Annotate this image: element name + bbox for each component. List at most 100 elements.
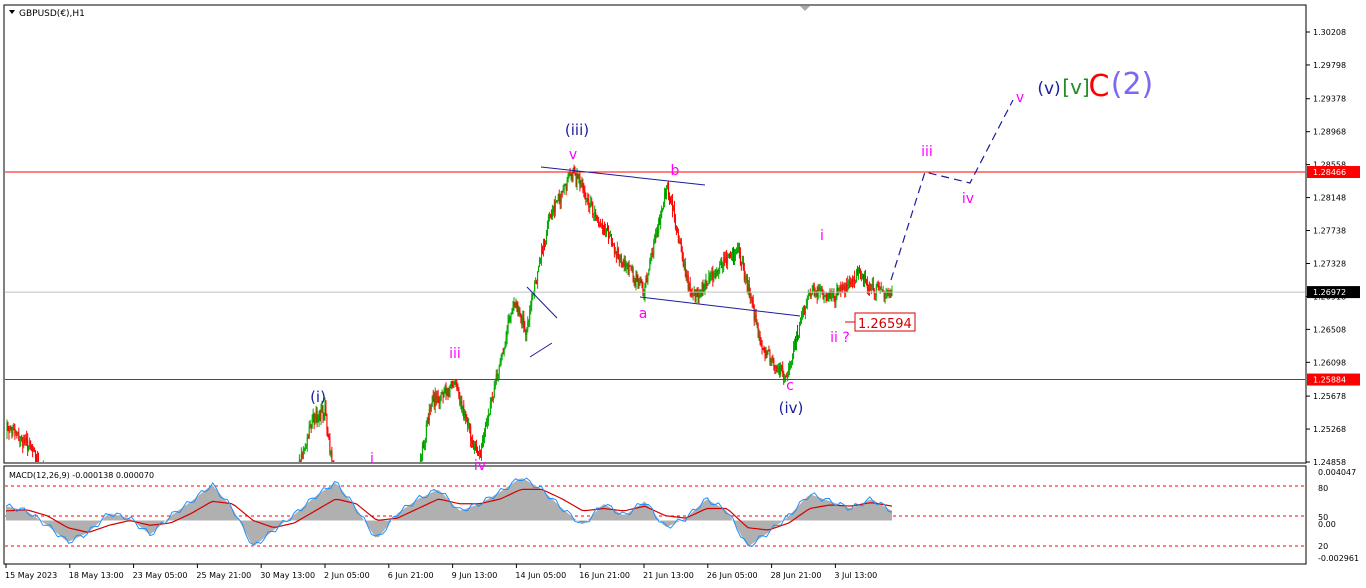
candle-body	[505, 337, 507, 345]
candle-body	[300, 453, 302, 462]
candle-body	[865, 282, 867, 284]
candle-body	[866, 283, 868, 289]
candle-body	[698, 294, 700, 298]
candle-body	[829, 292, 831, 296]
candle-body	[474, 445, 476, 450]
candle-body	[35, 450, 37, 460]
candle-body	[683, 263, 685, 266]
candle-body	[790, 363, 792, 365]
candle-body	[707, 284, 709, 286]
wave-label-v-bracket: [v]	[1062, 75, 1089, 99]
candle-body	[675, 227, 677, 229]
candle-body	[684, 263, 686, 271]
candle-body	[522, 317, 524, 325]
candle-body	[804, 307, 806, 314]
candle-body	[665, 192, 667, 195]
candle-body	[803, 306, 805, 314]
candle-body	[519, 309, 521, 316]
candle-body	[618, 259, 620, 261]
candle-body	[310, 424, 312, 428]
candle-body	[16, 432, 18, 434]
candle-body	[504, 344, 506, 349]
candle-body	[494, 383, 496, 388]
time-axis-tick-label: 30 May 13:00	[260, 571, 315, 580]
candle-body	[322, 407, 324, 416]
candle-body	[488, 414, 490, 416]
candle-body	[631, 267, 633, 269]
candle-body	[463, 405, 465, 418]
candle-body	[783, 373, 785, 380]
candle-body	[6, 421, 8, 433]
time-axis-tick-label: 23 May 05:00	[133, 571, 188, 580]
wave-label-iii-paren: (iii)	[565, 121, 589, 139]
candle-body	[438, 398, 440, 404]
candle-body	[844, 286, 846, 293]
price-axis-tick-label: 1.30208	[1313, 28, 1346, 37]
wave-label-i-paren: (i)	[310, 388, 326, 406]
candle-body	[549, 214, 551, 216]
candle-body	[758, 335, 760, 337]
candle-body	[589, 203, 591, 208]
candle-body	[546, 222, 548, 235]
candle-body	[517, 307, 519, 314]
candle-body	[825, 295, 827, 299]
candle-body	[451, 384, 453, 387]
candle-body	[595, 212, 597, 217]
candle-body	[805, 305, 807, 308]
candle-body	[456, 385, 458, 389]
candle-body	[536, 280, 538, 284]
candle-body	[839, 286, 841, 289]
candle-body	[848, 281, 850, 283]
candle-body	[30, 441, 32, 446]
time-axis-tick-label: 25 May 21:00	[196, 571, 251, 580]
candle-body	[662, 208, 664, 210]
candle-body	[820, 288, 822, 291]
candle-body	[709, 275, 711, 278]
candle-body	[733, 253, 735, 259]
candle-body	[739, 252, 741, 265]
price-axis-tick-label: 1.24858	[1313, 458, 1346, 467]
candle-body	[582, 182, 584, 190]
candle-body	[18, 432, 20, 441]
candle-body	[507, 321, 509, 329]
time-axis-tick-label: 21 Jun 13:00	[643, 571, 694, 580]
candle-body	[872, 283, 874, 291]
candle-body	[317, 419, 319, 423]
candle-body	[433, 397, 435, 407]
candle-body	[808, 293, 810, 296]
candle-body	[496, 374, 498, 376]
candle-body	[697, 292, 699, 298]
candle-body	[692, 293, 694, 295]
candle-body	[540, 258, 542, 260]
candle-body	[527, 321, 529, 330]
candle-body	[852, 278, 854, 282]
candle-body	[806, 298, 808, 306]
candle-body	[586, 198, 588, 200]
candle-body	[478, 451, 480, 454]
candle-body	[326, 415, 328, 430]
candle-body	[780, 365, 782, 375]
candle-body	[680, 242, 682, 252]
candle-body	[860, 274, 862, 276]
candle-body	[880, 286, 882, 290]
candle-body	[766, 352, 768, 354]
candle-body	[193, 568, 194, 571]
candle-body	[7, 421, 9, 431]
candle-body	[539, 259, 541, 267]
candle-body	[745, 276, 747, 278]
wave-label-a: a	[639, 306, 648, 322]
time-axis-tick-label: 3 Jul 13:00	[834, 571, 877, 580]
candle-body	[824, 295, 826, 297]
candle-body	[635, 272, 637, 284]
candle-body	[608, 234, 610, 239]
candle-body	[321, 407, 323, 411]
candle-body	[619, 255, 621, 260]
candle-body	[472, 440, 474, 445]
time-axis-tick-label: 18 May 13:00	[69, 571, 124, 580]
candle-body	[695, 290, 697, 297]
candle-body	[497, 373, 499, 376]
candle-body	[760, 343, 762, 345]
candle-body	[802, 306, 804, 315]
macd-axis-tick-label: 80	[1318, 484, 1328, 493]
candle-body	[555, 201, 557, 203]
